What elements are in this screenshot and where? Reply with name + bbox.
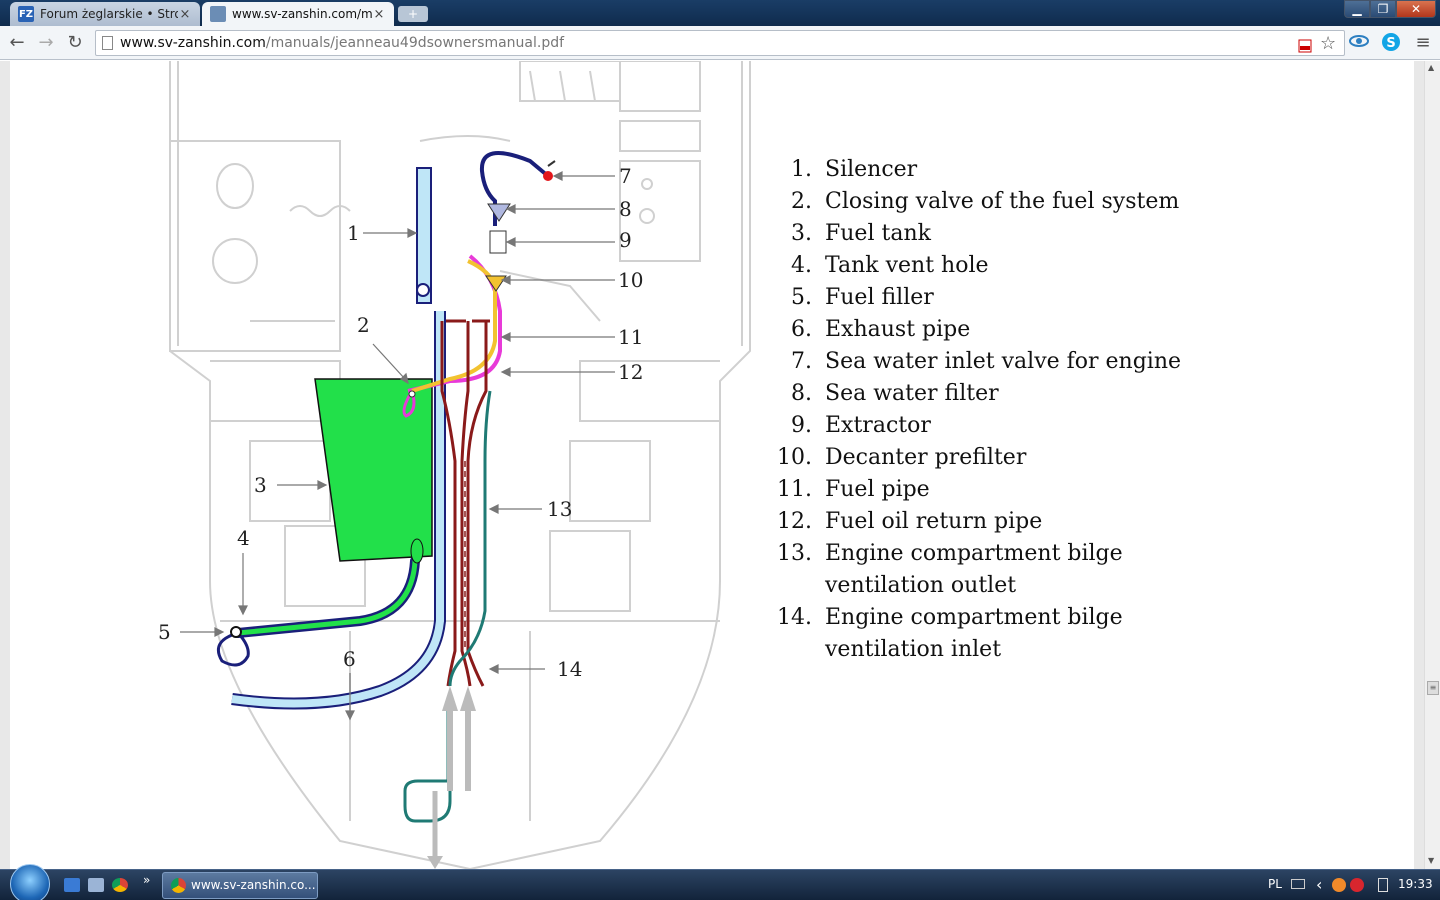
legend-item: 12. Fuel oil return pipe (777, 509, 1043, 534)
url-host: www.sv-zanshin.com (120, 35, 266, 51)
clock[interactable]: 19:33 (1398, 877, 1433, 891)
reload-button[interactable]: ↻ (64, 32, 86, 54)
title-bar: FZ Forum żeglarskie • Strona × www.sv-za… (0, 0, 1440, 26)
legend-item: 4. Tank vent hole (791, 253, 989, 278)
callout-6: 6 (343, 647, 356, 671)
menu-icon[interactable]: ≡ (1412, 32, 1434, 54)
svg-text:S: S (1386, 36, 1395, 51)
forward-button[interactable]: → (35, 32, 57, 54)
legend-item: 6. Exhaust pipe (791, 317, 971, 342)
callout-13: 13 (547, 497, 572, 521)
tab-pdf[interactable]: www.sv-zanshin.com/ma × (202, 2, 394, 26)
legend-item: 1. Silencer (791, 157, 918, 182)
battery-icon[interactable] (1378, 878, 1388, 892)
callout-4: 4 (237, 526, 250, 550)
vertical-scrollbar[interactable]: ▲ ≡ ▼ (1424, 61, 1440, 869)
close-icon[interactable]: × (178, 7, 192, 22)
new-tab-button[interactable]: + (398, 6, 428, 22)
legend-item: 13. Engine compartment bilge ventilation … (777, 541, 1123, 598)
task-label: www.sv-zanshin.co... (191, 878, 316, 892)
more-icon[interactable]: » (143, 873, 150, 887)
legend-item: 9. Extractor (791, 413, 931, 438)
close-window-button[interactable]: ✕ (1396, 0, 1436, 18)
taskbar: » www.sv-zanshin.co... PL ‹ 19:33 (0, 864, 1440, 900)
legend-item: 10. Decanter prefilter (777, 445, 1027, 470)
legend-item: 2. Closing valve of the fuel system (791, 189, 1180, 214)
tray-antivirus-icon[interactable] (1350, 878, 1364, 892)
star-icon[interactable]: ☆ (1320, 32, 1336, 56)
tab-label: www.sv-zanshin.com/ma (232, 7, 372, 21)
page-icon (102, 36, 113, 50)
callout-12: 12 (618, 360, 643, 384)
scroll-down-icon[interactable]: ▼ (1428, 856, 1434, 865)
keyboard-icon[interactable] (1291, 879, 1305, 889)
tray-app-icon[interactable] (1332, 878, 1346, 892)
callout-8: 8 (619, 197, 632, 221)
legend-item: 5. Fuel filler (791, 285, 934, 310)
fuel-system-diagram: 1 2 3 4 5 6 7 8 9 10 11 12 13 14 (158, 61, 751, 869)
show-desktop-icon[interactable] (64, 878, 80, 892)
scrollbar-thumb[interactable]: ≡ (1427, 681, 1439, 695)
legend-item: 11. Fuel pipe (777, 477, 930, 502)
show-hidden-icons[interactable]: ‹ (1316, 875, 1322, 894)
language-indicator[interactable]: PL (1268, 877, 1282, 891)
extension-eye-icon[interactable] (1348, 32, 1370, 54)
legend-item: 8. Sea water filter (791, 381, 999, 406)
fz-favicon-icon: FZ (18, 6, 34, 22)
callout-1: 1 (347, 221, 360, 245)
legend-item: 3. Fuel tank (791, 221, 931, 246)
pdf-icon[interactable] (1298, 36, 1312, 60)
callout-9: 9 (619, 228, 632, 252)
page-favicon-icon (210, 6, 226, 22)
browser-toolbar: ← → ↻ www.sv-zanshin.com/manuals/jeannea… (0, 26, 1440, 60)
callout-7: 7 (619, 164, 632, 188)
legend-item: 14. Engine compartment bilge ventilation … (777, 605, 1123, 662)
parts-legend: 1. Silencer 2. Closing valve of the fuel s… (770, 154, 1190, 666)
legend-item: 7. Sea water inlet valve for engine (791, 349, 1182, 374)
chrome-icon[interactable] (112, 878, 128, 892)
close-icon[interactable]: × (372, 7, 386, 22)
callout-11: 11 (618, 325, 643, 349)
taskbar-chrome-window[interactable]: www.sv-zanshin.co... (162, 872, 318, 899)
start-button[interactable] (10, 864, 50, 900)
callout-5: 5 (158, 620, 171, 644)
callout-10: 10 (618, 268, 643, 292)
back-button[interactable]: ← (6, 32, 28, 54)
url-path: /manuals/jeanneau49dsownersmanual.pdf (265, 35, 565, 51)
address-bar[interactable]: www.sv-zanshin.com/manuals/jeanneau49dso… (95, 30, 1345, 56)
scroll-up-icon[interactable]: ▲ (1428, 63, 1434, 72)
chrome-icon (171, 878, 186, 893)
callout-2: 2 (357, 313, 370, 337)
skype-icon[interactable]: S (1380, 32, 1402, 54)
tab-forum[interactable]: FZ Forum żeglarskie • Strona × (10, 2, 200, 26)
callout-14: 14 (557, 657, 582, 681)
maximize-button[interactable]: ❐ (1370, 0, 1396, 18)
explorer-icon[interactable] (88, 878, 104, 892)
callout-3: 3 (254, 473, 267, 497)
minimize-button[interactable]: ▁ (1344, 0, 1370, 18)
pdf-viewer: 1 2 3 4 5 6 7 8 9 10 11 12 13 14 1. Silen… (0, 61, 1424, 869)
page-margin-left (0, 61, 10, 869)
tab-label: Forum żeglarskie • Strona (40, 7, 178, 21)
page-margin-right (1414, 61, 1424, 869)
